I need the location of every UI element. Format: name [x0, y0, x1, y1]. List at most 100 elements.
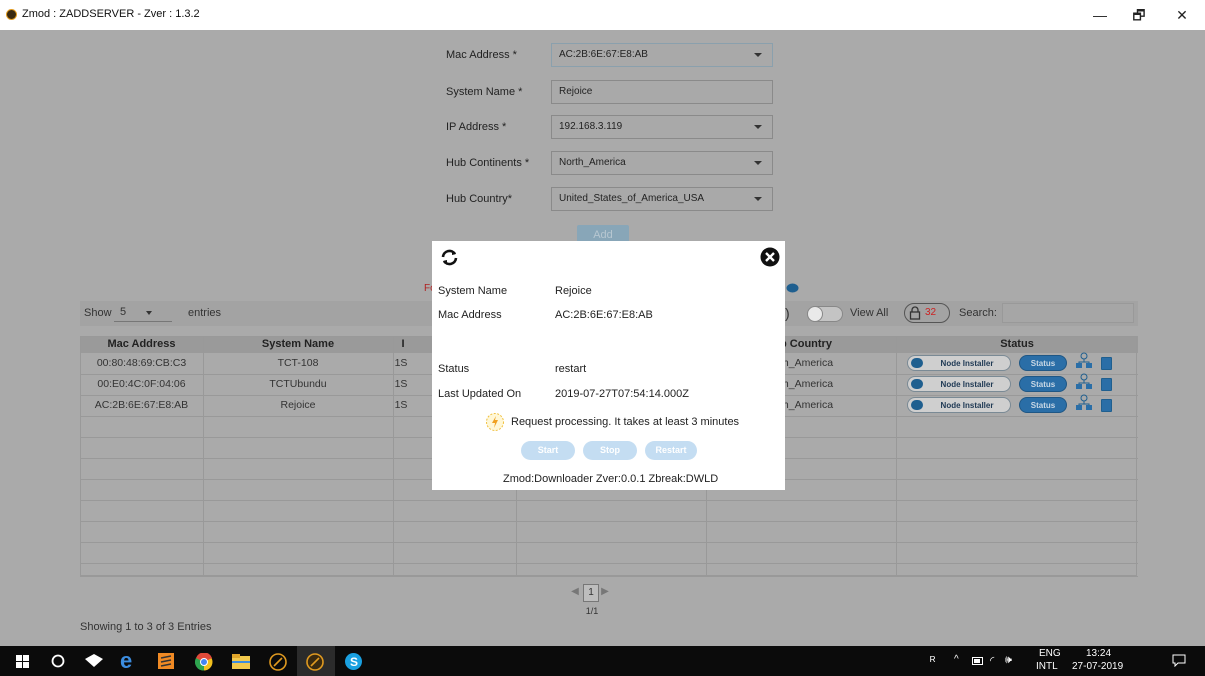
- processing-icon: [486, 413, 504, 431]
- delete-icon[interactable]: [1101, 378, 1112, 391]
- network-icon[interactable]: [1075, 373, 1093, 391]
- modal-mac-value: AC:2B:6E:67:E8:AB: [555, 309, 653, 321]
- mac-address-select[interactable]: AC:2B:6E:67:E8:AB: [551, 43, 773, 67]
- window-title: Zmod : ZADDSERVER - Zver : 1.3.2: [22, 8, 200, 20]
- ip-address-value: 192.168.3.119: [559, 121, 623, 132]
- ip-address-select[interactable]: 192.168.3.119: [551, 115, 773, 139]
- edge-browser-icon[interactable]: e: [120, 648, 132, 674]
- chevron-down-icon: [754, 161, 762, 165]
- start-button[interactable]: Start: [521, 441, 575, 460]
- entries-value: 5: [120, 306, 127, 318]
- restart-button[interactable]: Restart: [645, 441, 697, 460]
- status-button[interactable]: Status: [1019, 397, 1067, 413]
- lock-icon: [909, 306, 921, 320]
- cloud-upload-icon: [911, 358, 923, 368]
- modal-updated-value: 2019-07-27T07:54:14.000Z: [555, 388, 689, 400]
- modal-version-text: Zmod:Downloader Zver:0.0.1 Zbreak:DWLD: [503, 473, 719, 485]
- language-eng[interactable]: ENG: [1039, 648, 1061, 659]
- svg-text:S: S: [350, 655, 358, 669]
- entries-label: entries: [188, 307, 222, 319]
- node-installer-label: Node Installer: [940, 401, 994, 410]
- next-page-button[interactable]: ▶: [600, 584, 610, 600]
- restore-button[interactable]: 🗗: [1124, 5, 1154, 25]
- node-installer-button[interactable]: Node Installer: [907, 397, 1011, 413]
- system-name-input[interactable]: Rejoice: [551, 80, 773, 104]
- minimize-button[interactable]: —: [1085, 5, 1115, 25]
- search-label: Search:: [959, 307, 997, 319]
- task-view-icon[interactable]: [84, 653, 104, 669]
- chrome-icon[interactable]: [195, 653, 213, 671]
- clock-date[interactable]: 27-07-2019: [1072, 661, 1123, 672]
- badge-count: 32: [925, 307, 937, 318]
- hub-country-label: Hub Country*: [446, 193, 513, 205]
- title-bar: Zmod : ZADDSERVER - Zver : 1.3.2 — 🗗 ✕: [0, 0, 1205, 30]
- show-label: Show: [84, 307, 112, 319]
- node-installer-button[interactable]: Node Installer: [907, 355, 1011, 371]
- view-all-label: View All: [850, 307, 889, 319]
- modal-system-value: Rejoice: [555, 285, 592, 297]
- network-icon[interactable]: [1075, 394, 1093, 412]
- system-name-value: Rejoice: [559, 86, 593, 97]
- close-icon[interactable]: [760, 247, 780, 267]
- delete-icon[interactable]: [1101, 357, 1112, 370]
- paren-glyph: ): [785, 305, 790, 321]
- refresh-icon[interactable]: [440, 249, 459, 266]
- delete-icon[interactable]: [1101, 399, 1112, 412]
- wifi-icon[interactable]: ◜: [990, 654, 994, 667]
- node-installer-button[interactable]: Node Installer: [907, 376, 1011, 392]
- volume-icon[interactable]: 🕪: [1005, 654, 1012, 667]
- file-explorer-icon[interactable]: [232, 653, 250, 669]
- modal-mac-label: Mac Address: [438, 309, 502, 321]
- page-number-button[interactable]: 1: [583, 584, 599, 602]
- chevron-down-icon: [754, 125, 762, 129]
- mac-address-value: AC:2B:6E:67:E8:AB: [559, 49, 648, 60]
- windows-start-icon[interactable]: [16, 655, 29, 668]
- taskbar: e S ᴿ ^ ◜ 🕪 ENG INTL 13:24 27-07-2019: [0, 646, 1205, 676]
- view-all-toggle[interactable]: [807, 306, 843, 322]
- people-icon[interactable]: ᴿ: [930, 654, 935, 668]
- cloud-upload-icon: [911, 379, 923, 389]
- sublime-text-icon[interactable]: [158, 653, 174, 669]
- skype-icon[interactable]: S: [345, 653, 362, 670]
- system-name-label: System Name *: [446, 86, 523, 98]
- ip-address-label: IP Address *: [446, 121, 507, 133]
- hub-continent-select[interactable]: North_America: [551, 151, 773, 175]
- close-window-button[interactable]: ✕: [1167, 5, 1197, 25]
- hub-continent-value: North_America: [559, 157, 626, 168]
- chevron-down-icon: [754, 197, 762, 201]
- cloud-upload-icon: [786, 283, 799, 293]
- chevron-down-icon: [754, 53, 762, 57]
- chevron-up-icon[interactable]: ^: [954, 654, 959, 665]
- network-icon[interactable]: [1075, 352, 1093, 370]
- hub-country-value: United_States_of_America_USA: [559, 193, 705, 204]
- modal-processing-message: Request processing. It takes at least 3 …: [511, 416, 740, 428]
- status-button[interactable]: Status: [1019, 376, 1067, 392]
- app-icon: [6, 9, 17, 20]
- prev-page-button[interactable]: ◀: [570, 584, 580, 600]
- entries-select[interactable]: 5: [114, 302, 172, 322]
- clock-time[interactable]: 13:24: [1086, 648, 1111, 659]
- stop-button[interactable]: Stop: [583, 441, 637, 460]
- node-installer-label: Node Installer: [940, 359, 994, 368]
- page-count: 1/1: [585, 606, 599, 616]
- language-intl[interactable]: INTL: [1036, 661, 1058, 672]
- search-input[interactable]: [1002, 303, 1134, 323]
- chevron-down-icon: [146, 311, 152, 315]
- cloud-upload-icon: [911, 400, 923, 410]
- status-button[interactable]: Status: [1019, 355, 1067, 371]
- cortana-search-icon[interactable]: [51, 654, 65, 668]
- notifications-icon[interactable]: [1172, 654, 1186, 667]
- modal-updated-label: Last Updated On: [438, 388, 522, 400]
- toggle-knob: [807, 306, 823, 322]
- showing-entries-text: Showing 1 to 3 of 3 Entries: [80, 621, 212, 633]
- hub-country-select[interactable]: United_States_of_America_USA: [551, 187, 773, 211]
- modal-status-value: restart: [555, 363, 587, 375]
- battery-icon[interactable]: [972, 657, 984, 665]
- mac-address-label: Mac Address *: [446, 49, 517, 61]
- modal-status-label: Status: [438, 363, 470, 375]
- zmod-app-active-icon[interactable]: [306, 653, 324, 671]
- modal-system-label: System Name: [438, 285, 508, 297]
- lock-badge[interactable]: 32: [904, 303, 950, 323]
- zmod-app-icon[interactable]: [269, 653, 287, 671]
- node-installer-label: Node Installer: [940, 380, 994, 389]
